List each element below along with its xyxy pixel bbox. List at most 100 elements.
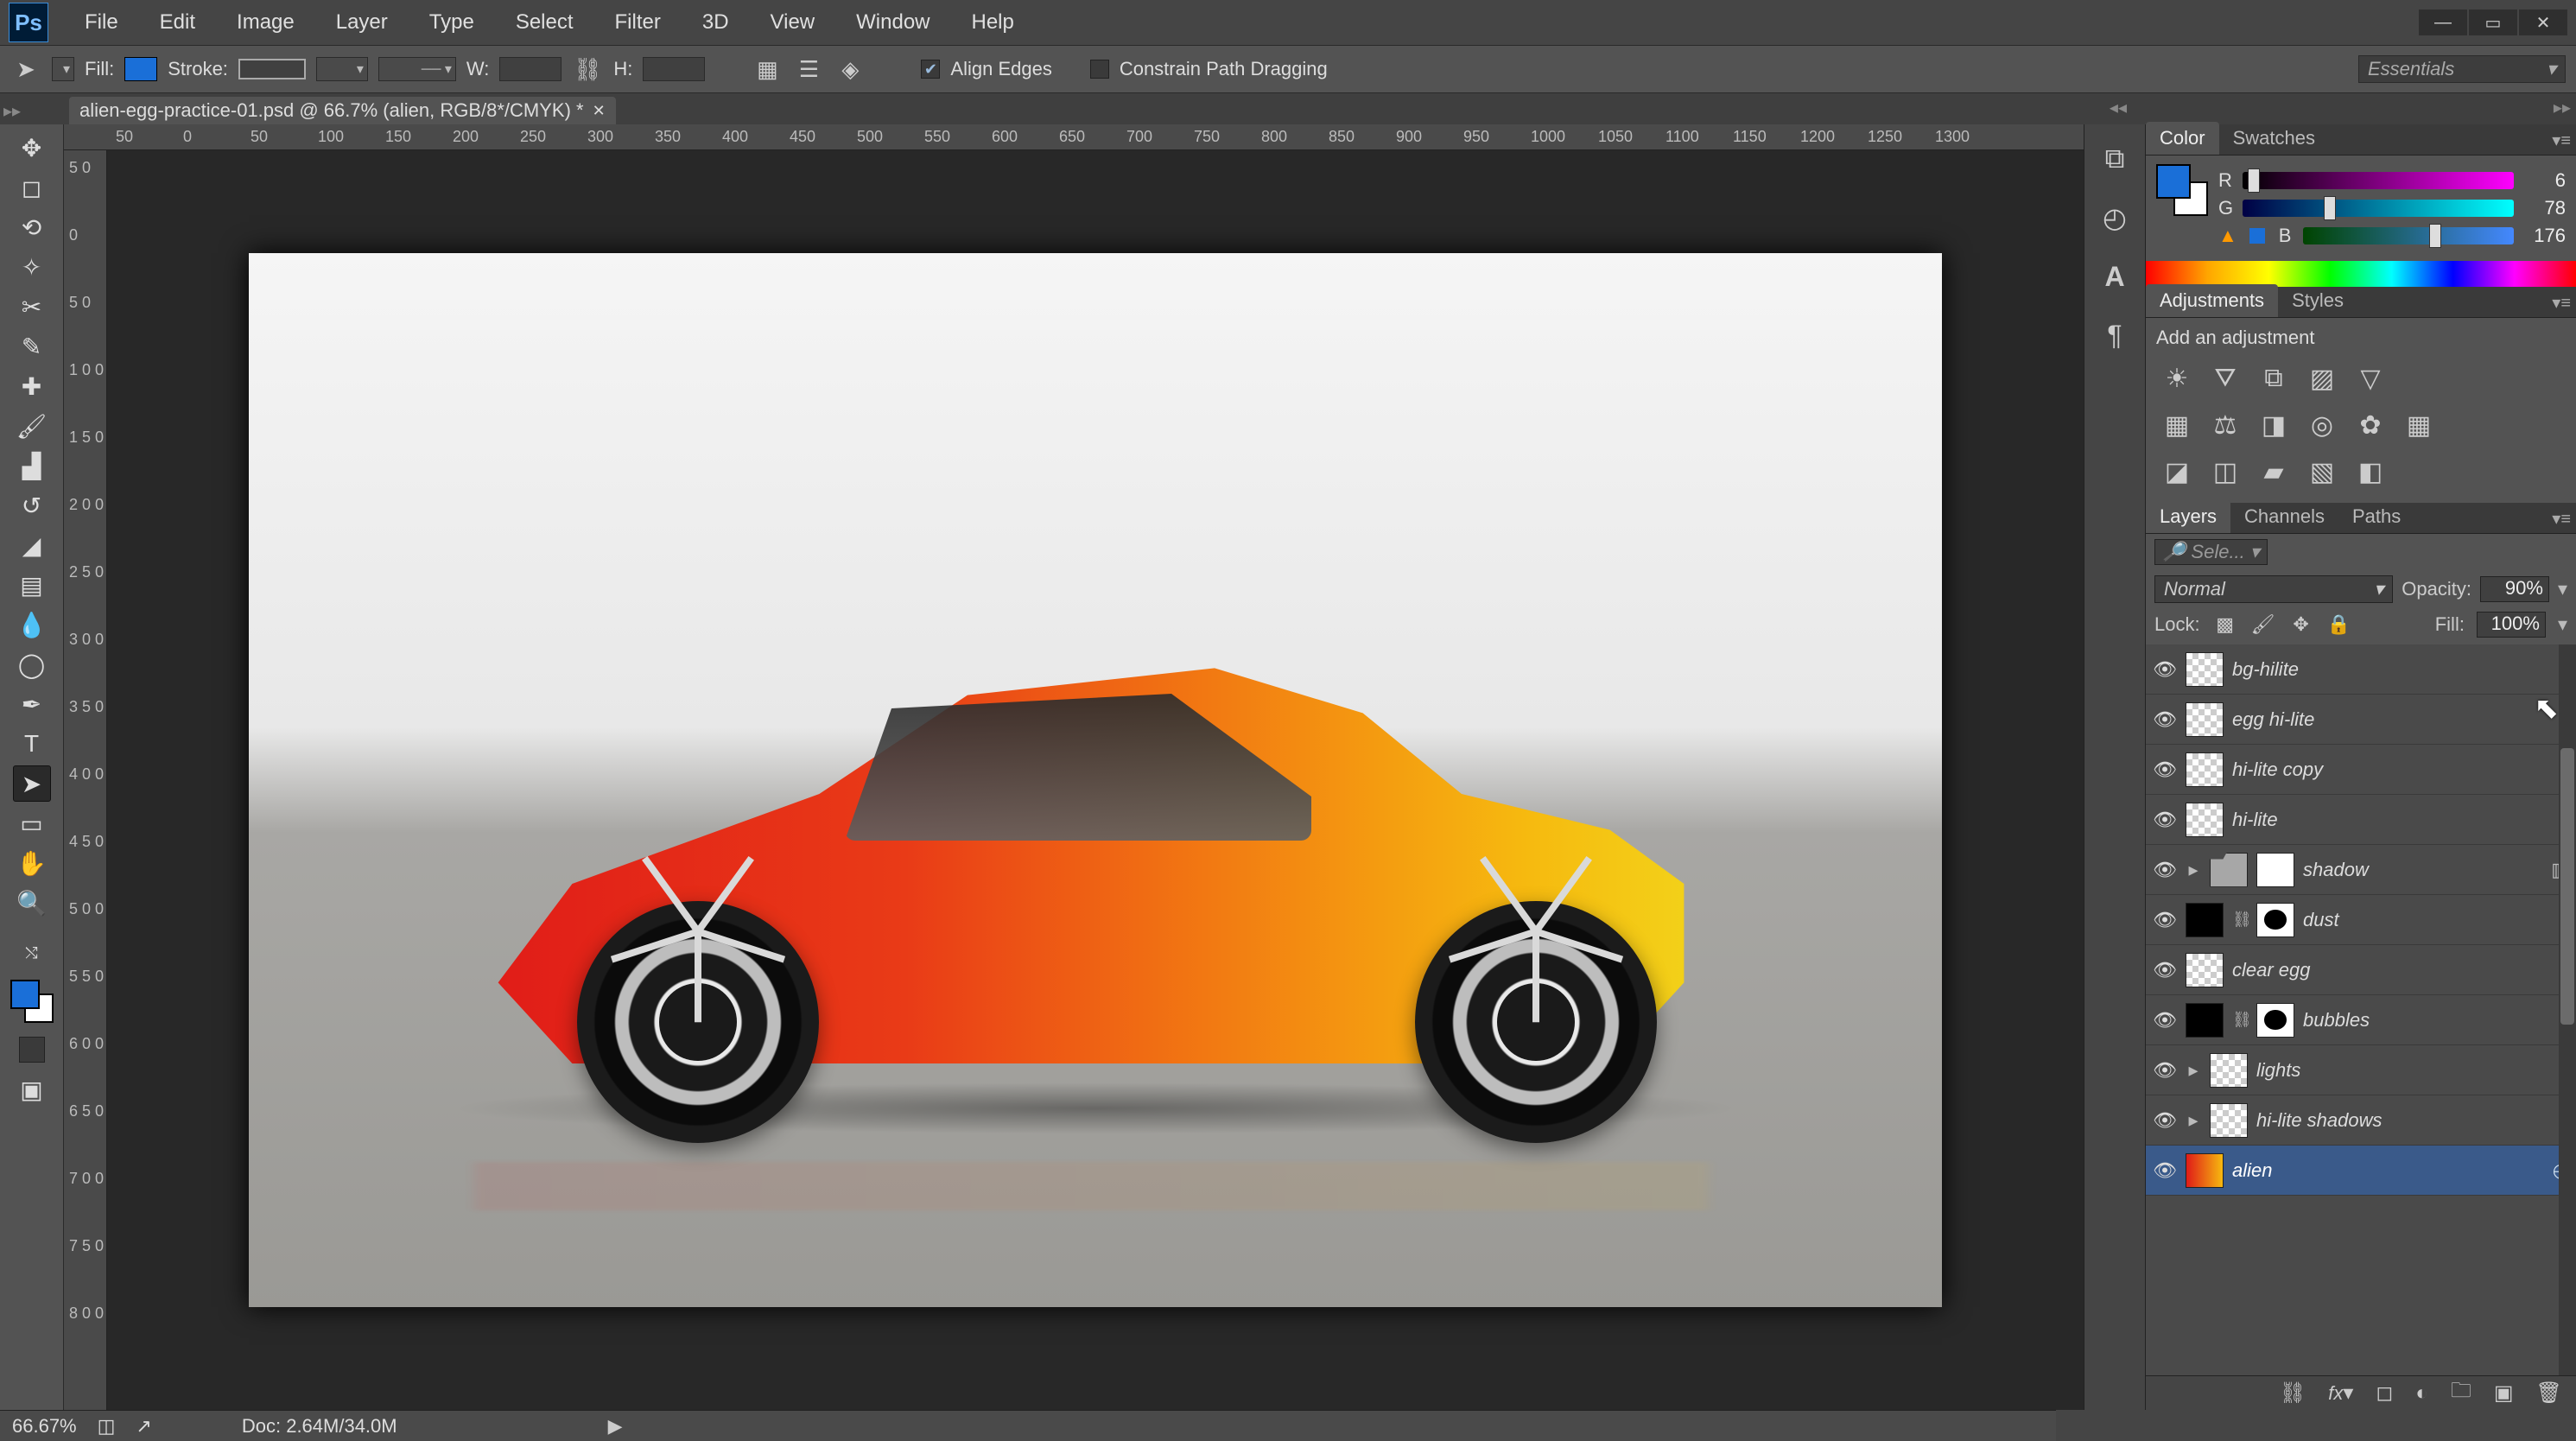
visibility-icon[interactable]: 👁 <box>2153 658 2177 681</box>
status-arrow-icon[interactable]: ▶ <box>608 1415 623 1438</box>
visibility-icon[interactable]: 👁 <box>2153 959 2177 981</box>
styles-tab[interactable]: Styles <box>2278 284 2357 317</box>
height-input[interactable] <box>643 57 705 81</box>
layer-thumbnail[interactable] <box>2186 953 2224 987</box>
width-input[interactable] <box>499 57 562 81</box>
menu-help[interactable]: Help <box>951 5 1035 40</box>
menu-window[interactable]: Window <box>835 5 950 40</box>
layer-mask-thumbnail[interactable] <box>2256 903 2294 937</box>
menu-layer[interactable]: Layer <box>315 5 409 40</box>
menu-3d[interactable]: 3D <box>682 5 750 40</box>
visibility-icon[interactable]: 👁 <box>2153 1009 2177 1032</box>
visibility-icon[interactable]: 👁 <box>2153 1109 2177 1132</box>
new-layer-icon[interactable]: ▣ <box>2494 1381 2514 1406</box>
fill-input[interactable]: 100% <box>2477 612 2546 638</box>
visibility-icon[interactable]: 👁 <box>2153 708 2177 731</box>
layer-name[interactable]: egg hi-lite <box>2232 708 2314 731</box>
zoom-value[interactable]: 66.67% <box>12 1415 77 1438</box>
move-tool-icon[interactable]: ✥ <box>13 130 51 166</box>
fg-bg-colors[interactable] <box>10 980 54 1023</box>
status-icon-1[interactable]: ◫ <box>98 1415 116 1438</box>
brush-tool-icon[interactable]: 🖌 <box>13 408 51 444</box>
menu-select[interactable]: Select <box>495 5 594 40</box>
selective-color-icon[interactable]: ◧ <box>2353 454 2388 489</box>
layer-row[interactable]: 👁 ⛓ bubbles <box>2146 995 2576 1045</box>
fx-twist-icon[interactable]: ▸ <box>2186 1109 2201 1132</box>
panel-menu-icon[interactable]: ▾≡ <box>2552 292 2571 314</box>
visibility-icon[interactable]: 👁 <box>2153 1059 2177 1082</box>
group-twist-icon[interactable]: ▸ <box>2186 859 2201 881</box>
eyedropper-tool-icon[interactable]: ✎ <box>13 328 51 365</box>
layer-thumbnail[interactable] <box>2186 903 2224 937</box>
histogram-panel-icon[interactable]: ⧉ <box>2097 142 2132 176</box>
layer-row[interactable]: 👁bg-hilite <box>2146 644 2576 695</box>
color-fg-bg[interactable] <box>2156 164 2208 216</box>
layer-name[interactable]: dust <box>2303 909 2339 931</box>
blend-mode-dd[interactable]: Normal▾ <box>2154 575 2393 603</box>
path-arrange-icon[interactable]: ☰ <box>793 54 824 85</box>
menu-edit[interactable]: Edit <box>139 5 216 40</box>
swap-colors-icon[interactable]: ⤭ <box>13 935 51 971</box>
new-group-icon[interactable]: 🗀 <box>2451 1375 2471 1411</box>
layer-name[interactable]: bubbles <box>2303 1009 2370 1032</box>
photo-filter-icon[interactable]: ◎ <box>2305 408 2339 442</box>
mask-link-icon[interactable]: ⛓ <box>2232 911 2248 929</box>
visibility-icon[interactable]: 👁 <box>2153 809 2177 831</box>
lock-all-icon[interactable]: 🔒 <box>2326 612 2352 638</box>
panel-menu-icon[interactable]: ▾≡ <box>2552 130 2571 151</box>
document-tab[interactable]: alien-egg-practice-01.psd @ 66.7% (alien… <box>69 97 616 124</box>
panel-menu-icon[interactable]: ▾≡ <box>2552 508 2571 530</box>
curves-icon[interactable]: ⧉ <box>2256 361 2291 396</box>
history-brush-tool-icon[interactable]: ↺ <box>13 487 51 524</box>
quick-mask-icon[interactable] <box>19 1037 45 1063</box>
menu-filter[interactable]: Filter <box>594 5 682 40</box>
delete-layer-icon[interactable]: 🗑 <box>2536 1381 2562 1406</box>
color-spectrum[interactable] <box>2146 261 2576 287</box>
dock-collapse-left-icon[interactable]: ◂◂ <box>2110 97 2127 118</box>
layer-filter-dd[interactable]: 🔎Sele...▾ <box>2154 539 2268 565</box>
layer-thumbnail[interactable] <box>2186 803 2224 837</box>
align-edges-checkbox[interactable]: ✔ <box>921 60 940 79</box>
dodge-tool-icon[interactable]: ◯ <box>13 646 51 682</box>
character-panel-icon[interactable]: A <box>2097 259 2132 294</box>
posterize-icon[interactable]: ◫ <box>2208 454 2243 489</box>
mask-link-icon[interactable]: ⛓ <box>2232 1011 2248 1029</box>
g-value[interactable]: 78 <box>2522 197 2566 219</box>
document[interactable] <box>249 253 1942 1307</box>
lasso-tool-icon[interactable]: ⟲ <box>13 209 51 245</box>
b-slider[interactable] <box>2303 227 2514 244</box>
healing-tool-icon[interactable]: ✚ <box>13 368 51 404</box>
layer-thumbnail[interactable] <box>2186 1153 2224 1188</box>
swatches-tab[interactable]: Swatches <box>2219 122 2329 155</box>
layers-scrollbar[interactable] <box>2559 644 2576 1375</box>
menu-file[interactable]: File <box>64 5 139 40</box>
layer-name[interactable]: hi-lite copy <box>2232 759 2323 781</box>
visibility-icon[interactable]: 👁 <box>2153 859 2177 881</box>
zoom-tool-icon[interactable]: 🔍 <box>13 885 51 921</box>
gamut-color-icon[interactable] <box>2249 228 2265 244</box>
path-ops-icon[interactable]: ◈ <box>834 54 866 85</box>
stroke-style-dd[interactable]: ── ▾ <box>378 57 456 81</box>
layer-mask-thumbnail[interactable] <box>2256 1003 2294 1038</box>
crop-tool-icon[interactable]: ✂ <box>13 289 51 325</box>
screen-mode-icon[interactable]: ▣ <box>13 1071 51 1108</box>
exposure-icon[interactable]: ▨ <box>2305 361 2339 396</box>
channels-tab[interactable]: Channels <box>2230 500 2338 533</box>
layer-name[interactable]: clear egg <box>2232 959 2311 981</box>
layer-name[interactable]: shadow <box>2303 859 2369 881</box>
window-minimize[interactable]: — <box>2419 10 2467 35</box>
layer-row[interactable]: 👁hi-lite <box>2146 795 2576 845</box>
layer-thumbnail[interactable] <box>2210 1053 2248 1088</box>
fill-swatch[interactable] <box>124 57 157 81</box>
levels-icon[interactable]: ⛛ <box>2208 361 2243 396</box>
blur-tool-icon[interactable]: 💧 <box>13 606 51 643</box>
layer-name[interactable]: hi-lite shadows <box>2256 1109 2382 1132</box>
layer-fx-icon[interactable]: fx▾ <box>2328 1381 2353 1406</box>
invert-icon[interactable]: ◪ <box>2160 454 2194 489</box>
constrain-checkbox[interactable] <box>1090 60 1109 79</box>
history-panel-icon[interactable]: ◴ <box>2097 200 2132 235</box>
magic-wand-tool-icon[interactable]: ✧ <box>13 249 51 285</box>
layer-thumbnail[interactable] <box>2186 752 2224 787</box>
color-lookup-icon[interactable]: ▦ <box>2402 408 2436 442</box>
menu-image[interactable]: Image <box>216 5 315 40</box>
